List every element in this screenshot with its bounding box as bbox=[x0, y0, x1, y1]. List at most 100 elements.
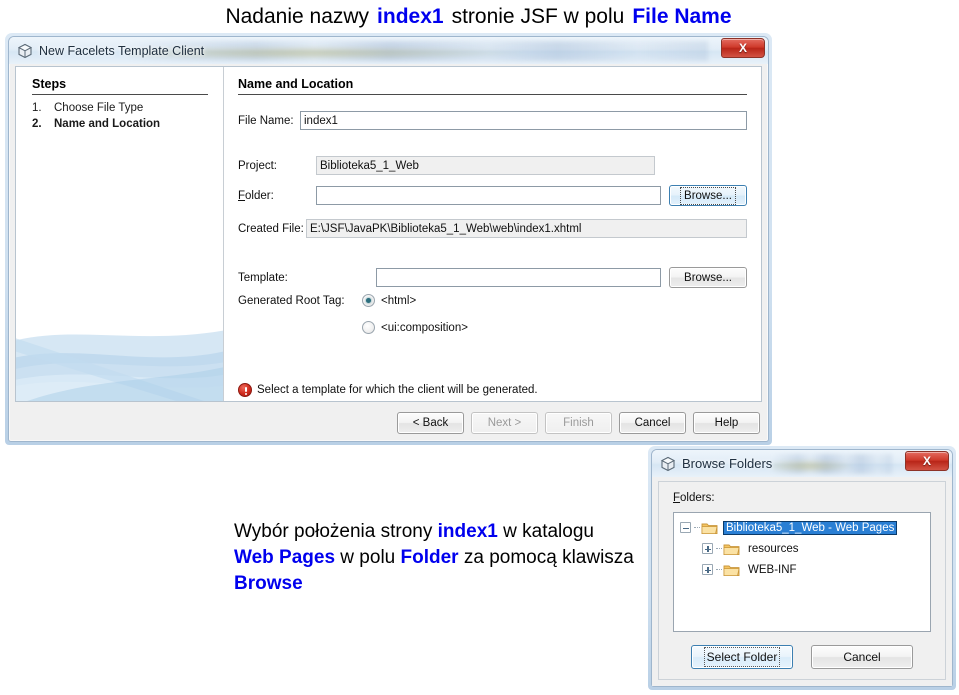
browse-title: Browse Folders bbox=[682, 456, 773, 471]
browse-titlebar[interactable]: Browse Folders X bbox=[652, 450, 952, 477]
folder-label: Folder: bbox=[238, 189, 274, 202]
back-button[interactable]: < Back bbox=[397, 412, 464, 434]
folder-icon bbox=[723, 563, 740, 577]
file-name-label: File Name: bbox=[238, 114, 294, 127]
caption-part-1: Wybór położenia strony bbox=[234, 521, 438, 542]
close-icon[interactable]: X bbox=[721, 38, 765, 58]
decorative-swoosh-graphic bbox=[16, 330, 223, 401]
panel-heading: Name and Location bbox=[238, 77, 354, 91]
project-row: Project: Biblioteka5_1_Web bbox=[238, 156, 747, 175]
cancel-button-label: Cancel bbox=[634, 417, 671, 429]
root-tag-option-2-row: <ui:composition> bbox=[362, 321, 468, 334]
root-tag-label: Generated Root Tag: bbox=[238, 294, 345, 307]
template-label: Template: bbox=[238, 271, 288, 284]
radio-html-label[interactable]: <html> bbox=[381, 295, 416, 307]
page-title-part-1: Nadanie nazwy bbox=[225, 5, 370, 28]
created-file-row: Created File: E:\JSF\JavaPK\Biblioteka5_… bbox=[238, 219, 747, 238]
browse-footer-buttons: Select Folder Cancel bbox=[659, 645, 945, 669]
steps-heading: Steps bbox=[32, 77, 67, 91]
folders-label: Folders: bbox=[673, 492, 715, 504]
caption-part-2: index1 bbox=[437, 521, 498, 542]
expand-plus-icon[interactable] bbox=[702, 543, 713, 554]
step-label: Choose File Type bbox=[54, 102, 144, 114]
template-input[interactable] bbox=[376, 268, 661, 287]
radio-html-icon[interactable] bbox=[362, 294, 375, 307]
wizard-footer-buttons: < Back Next > Finish Cancel Help bbox=[397, 412, 760, 434]
finish-button-label: Finish bbox=[563, 417, 594, 429]
next-button: Next > bbox=[471, 412, 538, 434]
created-file-label: Created File: bbox=[238, 222, 304, 235]
browse-folders-dialog: Browse Folders X Folders: Biblioteka5_1_… bbox=[651, 449, 953, 687]
steps-heading-rule bbox=[32, 94, 208, 95]
collapse-minus-icon[interactable] bbox=[680, 522, 691, 533]
template-browse-label: Browse... bbox=[684, 271, 732, 284]
browse-cancel-button[interactable]: Cancel bbox=[811, 645, 913, 669]
tree-connector bbox=[716, 548, 722, 549]
step-item-1: 1. Choose File Type bbox=[32, 100, 160, 116]
project-value: Biblioteka5_1_Web bbox=[316, 156, 655, 175]
tree-connector bbox=[716, 569, 722, 570]
new-facelets-template-client-dialog: New Facelets Template Client X Steps 1. … bbox=[8, 36, 769, 442]
folder-browse-label: Browse... bbox=[680, 186, 736, 205]
page-title: Nadanie nazwy index1 stronie JSF w polu … bbox=[0, 0, 959, 34]
help-button[interactable]: Help bbox=[693, 412, 760, 434]
step-number: 2. bbox=[32, 118, 42, 130]
select-folder-button[interactable]: Select Folder bbox=[691, 645, 793, 669]
caption-part-8: Browse bbox=[234, 573, 303, 594]
finish-button: Finish bbox=[545, 412, 612, 434]
expand-plus-icon[interactable] bbox=[702, 564, 713, 575]
browse-body: Folders: Biblioteka5_1_Web - Web Pages r… bbox=[652, 477, 952, 686]
wizard-content: Steps 1. Choose File Type 2. Name and Lo… bbox=[15, 66, 762, 402]
caption-part-7: za pomocą klawisza bbox=[458, 547, 634, 568]
wizard-body: Steps 1. Choose File Type 2. Name and Lo… bbox=[9, 64, 768, 441]
template-row: Template: Browse... bbox=[238, 267, 747, 288]
cube-icon bbox=[660, 456, 676, 472]
panel-heading-rule bbox=[238, 94, 747, 95]
folders-tree[interactable]: Biblioteka5_1_Web - Web Pages resources bbox=[673, 512, 931, 632]
panel-heading-block: Name and Location bbox=[238, 77, 747, 95]
caption-part-5: w polu bbox=[335, 547, 401, 568]
steps-heading-block: Steps bbox=[32, 77, 208, 95]
step-item-2: 2. Name and Location bbox=[32, 116, 160, 132]
steps-list: 1. Choose File Type 2. Name and Location bbox=[32, 100, 160, 132]
caption-part-3: w katalogu bbox=[497, 521, 594, 542]
radio-ui-composition-label[interactable]: <ui:composition> bbox=[381, 322, 468, 334]
browse-cancel-label: Cancel bbox=[843, 650, 881, 664]
tree-node-label[interactable]: WEB-INF bbox=[746, 564, 799, 576]
project-label: Project: bbox=[238, 159, 277, 172]
cancel-button[interactable]: Cancel bbox=[619, 412, 686, 434]
radio-ui-composition-icon[interactable] bbox=[362, 321, 375, 334]
file-name-row: File Name: index1 bbox=[238, 111, 747, 130]
tree-node-resources[interactable]: resources bbox=[676, 538, 928, 559]
validation-message: Select a template for which the client w… bbox=[257, 384, 538, 396]
back-button-label: < Back bbox=[412, 417, 449, 429]
tree-connector bbox=[694, 527, 700, 528]
wizard-titlebar[interactable]: New Facelets Template Client X bbox=[9, 37, 768, 64]
step-label: Name and Location bbox=[54, 118, 161, 130]
folder-icon bbox=[701, 521, 718, 535]
browse-panel: Folders: Biblioteka5_1_Web - Web Pages r… bbox=[658, 481, 946, 680]
caption-part-4: Web Pages bbox=[234, 547, 336, 568]
folder-input[interactable] bbox=[316, 186, 661, 205]
close-icon[interactable]: X bbox=[905, 451, 949, 471]
folder-icon bbox=[723, 542, 740, 556]
caption-text: Wybór położenia strony index1 w katalogu… bbox=[234, 519, 634, 597]
next-button-label: Next > bbox=[487, 417, 522, 429]
created-file-value: E:\JSF\JavaPK\Biblioteka5_1_Web\web\inde… bbox=[306, 219, 747, 238]
page-title-part-3: stronie JSF w polu bbox=[451, 5, 625, 28]
file-name-input[interactable]: index1 bbox=[300, 111, 747, 130]
help-button-label: Help bbox=[714, 417, 739, 429]
tree-node-root[interactable]: Biblioteka5_1_Web - Web Pages bbox=[676, 517, 928, 538]
wizard-steps-panel: Steps 1. Choose File Type 2. Name and Lo… bbox=[16, 67, 224, 401]
name-and-location-panel: Name and Location File Name: index1 Proj… bbox=[224, 67, 761, 401]
template-browse-button[interactable]: Browse... bbox=[669, 267, 747, 288]
validation-message-row: Select a template for which the client w… bbox=[238, 383, 538, 397]
tree-node-web-inf[interactable]: WEB-INF bbox=[676, 559, 928, 580]
page-title-part-2: index1 bbox=[377, 5, 444, 28]
tree-node-label[interactable]: Biblioteka5_1_Web - Web Pages bbox=[722, 520, 898, 535]
tree-node-label[interactable]: resources bbox=[746, 543, 801, 555]
cube-icon bbox=[17, 43, 33, 59]
caption-part-6: Folder bbox=[400, 547, 459, 568]
page-title-part-4: File Name bbox=[632, 5, 732, 28]
folder-browse-button[interactable]: Browse... bbox=[669, 185, 747, 206]
